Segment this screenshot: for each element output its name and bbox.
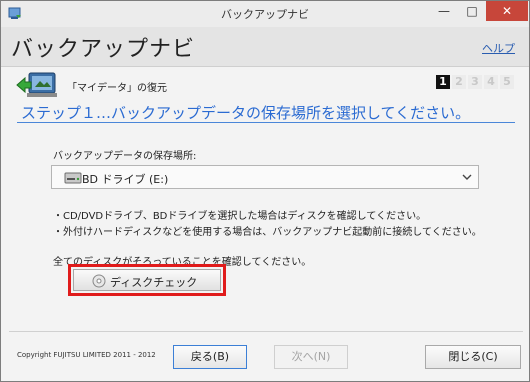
restore-data-icon xyxy=(16,72,57,97)
close-button[interactable]: 閉じる(C) xyxy=(425,345,521,369)
step-divider xyxy=(17,122,515,123)
step-5-indicator: 5 xyxy=(500,75,514,89)
drive-select-value: BD ドライブ (E:) xyxy=(82,173,169,186)
minimize-button[interactable]: — xyxy=(430,1,458,21)
note-external-disk: ・外付けハードディスクなどを使用する場合は、バックアップナビ起動前に接続してくだ… xyxy=(53,227,482,238)
maximize-button[interactable]: □ xyxy=(458,1,486,21)
app-header: バックアップナビ ヘルプ xyxy=(1,27,529,67)
next-button[interactable]: 次へ(N) xyxy=(274,345,348,369)
disc-icon xyxy=(92,274,106,288)
step-title: ステップ１…バックアップデータの保存場所を選択してください。 xyxy=(21,104,471,122)
backup-navi-window: バックアップナビ — □ ✕ バックアップナビ ヘルプ 「マイデータ」の復元 1… xyxy=(0,0,530,382)
step-1-indicator: 1 xyxy=(436,75,450,89)
chevron-down-icon xyxy=(462,174,472,180)
step-4-indicator: 4 xyxy=(484,75,498,89)
title-bar: バックアップナビ — □ ✕ xyxy=(1,1,529,27)
footer-divider xyxy=(9,331,523,332)
back-button[interactable]: 戻る(B) xyxy=(173,345,247,369)
disk-check-label: ディスクチェック xyxy=(110,276,198,289)
disk-check-button[interactable]: ディスクチェック xyxy=(73,269,221,291)
restore-subtitle: 「マイデータ」の復元 xyxy=(67,83,167,94)
drive-select[interactable]: BD ドライブ (E:) xyxy=(51,165,479,189)
copyright-text: Copyright FUJITSU LIMITED 2011 - 2012 xyxy=(17,351,156,359)
note-disc-drive: ・CD/DVDドライブ、BDドライブを選択した場合はディスクを確認してください。 xyxy=(53,211,427,222)
step-indicator: 1 2 3 4 5 xyxy=(436,75,514,91)
step-3-indicator: 3 xyxy=(468,75,482,89)
app-title: バックアップナビ xyxy=(11,37,196,62)
close-window-button[interactable]: ✕ xyxy=(486,1,528,21)
step-2-indicator: 2 xyxy=(452,75,466,89)
help-link[interactable]: ヘルプ xyxy=(482,40,515,56)
location-label: バックアップデータの保存場所: xyxy=(53,151,197,162)
